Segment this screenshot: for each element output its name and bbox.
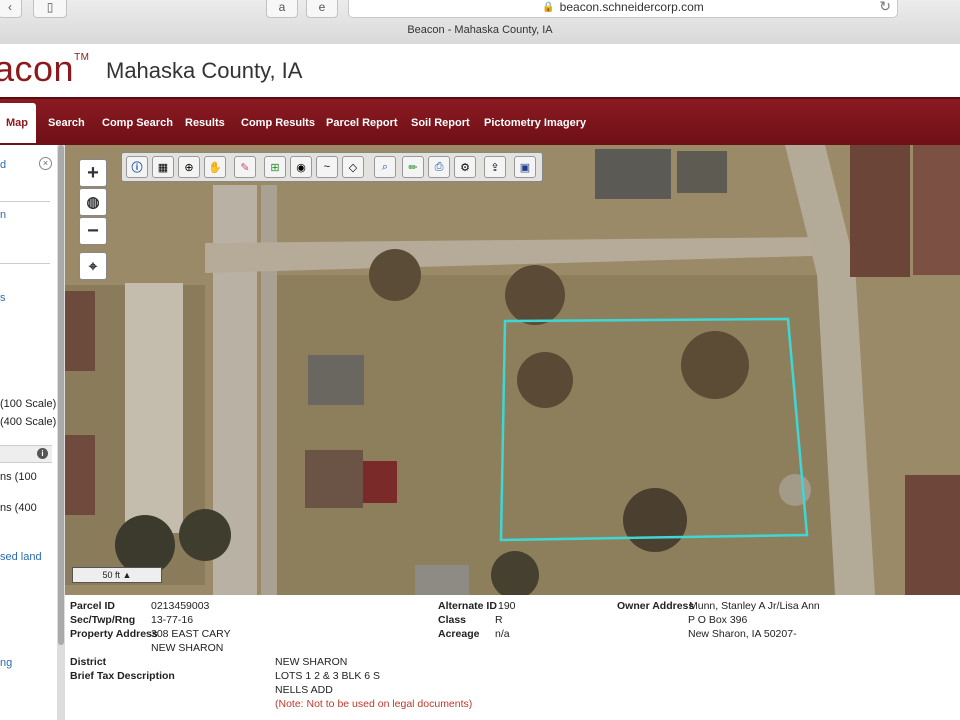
nav-soil-report[interactable]: Soil Report — [411, 99, 470, 147]
sidebar-scrollbar[interactable] — [57, 145, 65, 720]
pan-hand-icon[interactable]: ✋ — [204, 156, 226, 178]
map-toolbar: ⓘ ▦ ⊕ ✋ ✎ ⊞ ◉ ~ ◇ ⌕ ✏ ⎙ ⚙ ⇪ ▣ — [121, 152, 543, 182]
parcel-id-value: 0213459003 — [151, 600, 210, 612]
tax-description-label: Brief Tax Description — [70, 670, 175, 682]
info-icon[interactable]: i — [37, 448, 48, 459]
property-address-label: Property Address — [70, 628, 158, 640]
aerial-map[interactable] — [65, 145, 960, 595]
tax-description-line1: LOTS 1 2 & 3 BLK 6 S — [275, 670, 381, 682]
sidebar-item[interactable]: s — [0, 292, 6, 304]
owner-address-label: Owner Address — [617, 600, 695, 612]
lock-icon: 🔒 — [542, 1, 555, 13]
legal-note: (Note: Not to be used on legal documents… — [275, 698, 473, 710]
nav-map[interactable]: Map — [0, 103, 36, 143]
extension-icon[interactable]: e — [306, 0, 338, 18]
nav-comp-results[interactable]: Comp Results — [241, 99, 315, 147]
district-value: NEW SHARON — [275, 656, 348, 668]
county-title: Mahaska County, IA — [106, 58, 303, 83]
section-header: i — [0, 445, 52, 463]
layer-item[interactable]: ns (400 — [0, 502, 37, 514]
url-bar[interactable]: 🔒 beacon.schneidercorp.com ↻ — [348, 0, 898, 18]
photo-icon[interactable]: ◉ — [290, 156, 312, 178]
nav-search[interactable]: Search — [48, 99, 85, 147]
measure-icon[interactable]: ~ — [316, 156, 338, 178]
print-icon[interactable]: ⎙ — [428, 156, 450, 178]
eraser-icon[interactable]: ✎ — [234, 156, 256, 178]
tax-description-line2: NELLS ADD — [275, 684, 333, 696]
settings-icon[interactable]: ⚙ — [454, 156, 476, 178]
layer-item[interactable]: (100 Scale) — [0, 398, 56, 410]
close-icon[interactable]: × — [39, 157, 52, 170]
export-icon[interactable]: ⇪ — [484, 156, 506, 178]
property-address-line2: NEW SHARON — [151, 642, 224, 654]
scrollbar-thumb[interactable] — [58, 145, 64, 645]
save-icon[interactable]: ▣ — [514, 156, 536, 178]
divider — [0, 201, 50, 202]
nav-parcel-report[interactable]: Parcel Report — [326, 99, 398, 147]
draw-icon[interactable]: ✏ — [402, 156, 424, 178]
search-map-icon[interactable]: ⌕ — [374, 156, 396, 178]
add-layer-icon[interactable]: ⊞ — [264, 156, 286, 178]
scale-bar: 50 ft ▲ — [72, 567, 162, 583]
sidebar-item[interactable]: ng — [0, 657, 12, 669]
zoom-select-icon[interactable]: ⊕ — [178, 156, 200, 178]
class-value: R — [495, 614, 503, 626]
window-title: Beacon - Mahaska County, IA — [407, 24, 553, 36]
main-nav: Map Search Comp Search Results Comp Resu… — [0, 97, 960, 147]
zoom-out-button[interactable]: − — [79, 217, 107, 245]
layer-item[interactable]: ns (100 — [0, 471, 37, 483]
amazon-extension-icon[interactable]: a — [266, 0, 298, 18]
nav-results[interactable]: Results — [185, 99, 225, 147]
class-label: Class — [438, 614, 467, 626]
back-button[interactable]: ‹ — [0, 0, 22, 18]
layer-item[interactable]: (400 Scale) — [0, 416, 56, 428]
locate-icon[interactable]: ⌖ — [79, 252, 107, 280]
beacon-logo[interactable]: aconTM — [0, 48, 90, 90]
identify-icon[interactable]: ▦ — [152, 156, 174, 178]
zoom-in-button[interactable]: + — [79, 159, 107, 187]
sec-twp-rng-value: 13-77-16 — [151, 614, 194, 626]
parcel-info-panel: Parcel ID 0213459003 Sec/Twp/Rng 13-77-1… — [65, 595, 960, 720]
nav-pictometry-imagery[interactable]: Pictometry Imagery — [484, 99, 586, 147]
acreage-label: Acreage — [438, 628, 480, 640]
acreage-value: n/a — [495, 628, 510, 640]
owner-address-line2: New Sharon, IA 50207- — [688, 628, 797, 640]
sidebar-item[interactable]: sed land — [0, 551, 42, 563]
buffer-icon[interactable]: ◇ — [342, 156, 364, 178]
globe-icon[interactable]: ◍ — [79, 188, 107, 216]
sidebar-item[interactable]: n — [0, 209, 6, 221]
aerial-imagery — [65, 145, 960, 595]
scale-label: 50 ft — [102, 570, 121, 580]
info-icon[interactable]: ⓘ — [126, 156, 148, 178]
reload-icon[interactable]: ↻ — [879, 0, 891, 15]
divider — [0, 263, 50, 264]
owner-address-line1: P O Box 396 — [688, 614, 748, 626]
sidebar-toggle-icon[interactable]: ▯ — [33, 0, 67, 18]
nav-comp-search[interactable]: Comp Search — [102, 99, 173, 147]
owner-name: Munn, Stanley A Jr/Lisa Ann — [689, 600, 820, 612]
sec-twp-rng-label: Sec/Twp/Rng — [70, 614, 136, 626]
layers-sidebar: d × n s (100 Scale) (400 Scale) i ns (10… — [0, 145, 58, 720]
site-header: aconTM Mahaska County, IA — [0, 44, 960, 97]
browser-chrome: ‹ ▯ a e 🔒 beacon.schneidercorp.com ↻ Bea… — [0, 0, 960, 45]
alternate-id-value: 190 — [498, 600, 516, 612]
url-text: beacon.schneidercorp.com — [559, 0, 704, 14]
alternate-id-label: Alternate ID — [438, 600, 497, 612]
sidebar-item[interactable]: d — [0, 159, 6, 171]
parcel-id-label: Parcel ID — [70, 600, 115, 612]
district-label: District — [70, 656, 107, 668]
property-address-line1: 308 EAST CARY — [151, 628, 231, 640]
